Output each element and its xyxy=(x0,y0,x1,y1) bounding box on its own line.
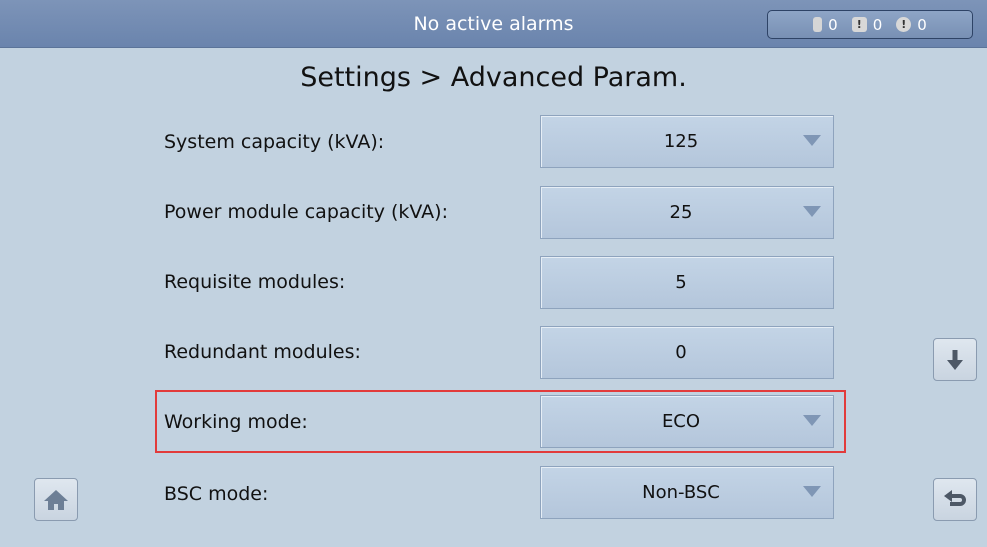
back-arrow-icon xyxy=(944,489,966,506)
bsc-mode-value: Non-BSC xyxy=(642,482,720,503)
minor-alarm-count: 0 xyxy=(917,15,927,34)
home-button[interactable] xyxy=(34,478,78,521)
dropdown-arrow-icon xyxy=(803,135,821,146)
system-capacity-label: System capacity (kVA): xyxy=(164,131,385,153)
power-module-capacity-value: 25 xyxy=(669,202,693,223)
scroll-down-button[interactable] xyxy=(933,338,977,381)
arrow-down-icon xyxy=(947,349,963,370)
working-mode-highlight-box xyxy=(155,390,846,453)
redundant-modules-field[interactable]: 0 xyxy=(540,326,834,379)
top-status-bar: No active alarms 0 ! 0 ! 0 xyxy=(0,0,987,48)
bsc-mode-label: BSC mode: xyxy=(164,483,269,505)
page-title: Settings > Advanced Param. xyxy=(300,62,687,93)
major-alarm-icon: ! xyxy=(851,17,867,32)
dropdown-arrow-icon xyxy=(803,486,821,497)
alarm-summary[interactable]: 0 ! 0 ! 0 xyxy=(767,10,973,39)
dropdown-arrow-icon xyxy=(803,206,821,217)
requisite-modules-field[interactable]: 5 xyxy=(540,256,834,309)
system-capacity-value: 125 xyxy=(663,131,699,152)
minor-alarm-icon: ! xyxy=(896,17,912,32)
critical-alarm-count: 0 xyxy=(828,15,838,34)
redundant-modules-value: 0 xyxy=(675,342,687,363)
critical-alarm-icon xyxy=(813,17,823,32)
back-button[interactable] xyxy=(933,478,977,521)
system-capacity-select[interactable]: 125 xyxy=(540,115,834,168)
power-module-capacity-select[interactable]: 25 xyxy=(540,186,834,239)
major-alarm-count: 0 xyxy=(872,15,883,34)
redundant-modules-label: Redundant modules: xyxy=(164,341,361,363)
requisite-modules-label: Requisite modules: xyxy=(164,271,346,293)
home-icon xyxy=(44,489,68,510)
power-module-capacity-label: Power module capacity (kVA): xyxy=(164,201,448,223)
bsc-mode-select[interactable]: Non-BSC xyxy=(540,466,834,519)
requisite-modules-value: 5 xyxy=(675,272,687,293)
